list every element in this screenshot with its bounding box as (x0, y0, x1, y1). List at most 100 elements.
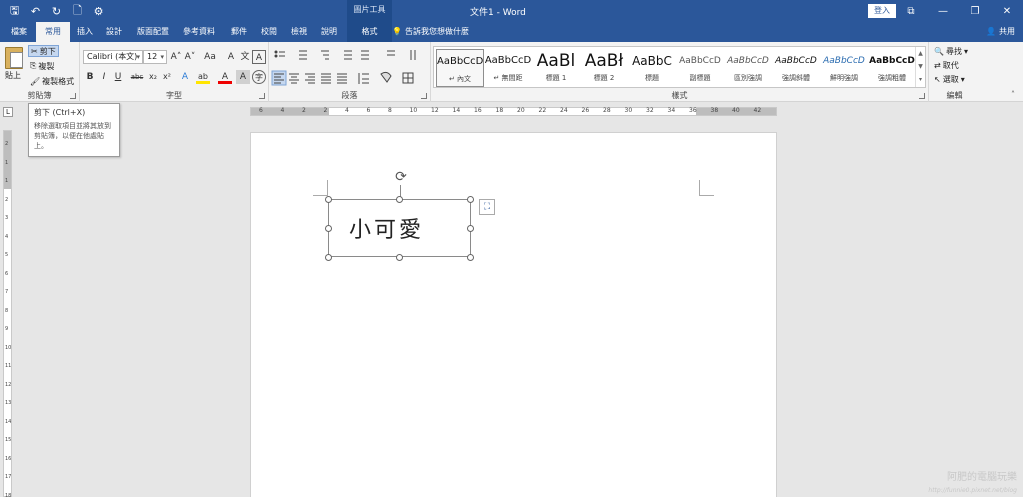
customize-qat-icon[interactable]: ⚙ (90, 3, 107, 19)
clear-formatting-icon[interactable]: A (224, 50, 238, 64)
character-border-icon[interactable]: A (252, 50, 266, 64)
share-button[interactable]: 👤 共用 (986, 22, 1015, 42)
text-effects-icon[interactable]: A (178, 70, 192, 84)
strikethrough-icon[interactable]: abc (129, 70, 145, 84)
resize-handle-bottom-right[interactable] (467, 254, 474, 261)
minimize-icon[interactable]: — (927, 0, 959, 22)
font-launcher-icon[interactable] (259, 93, 265, 99)
styles-gallery: AaBbCcD ↵ 內文 AaBbCcD ↵ 無間距 AaBl 標題 1 AaB… (433, 46, 926, 88)
gallery-scroll[interactable]: ▲ ▼ ▾ (915, 47, 925, 87)
vertical-ruler[interactable]: 2 1 1 2 3 4 5 6 7 8 9 10 11 12 13 14 15 16 17 18 (3, 130, 12, 497)
layout-options-icon[interactable]: ⛶ (479, 199, 495, 215)
style-intense-emphasis[interactable]: AaBbCcD 鮮明強調 (820, 49, 868, 87)
grow-font-icon[interactable]: A˄ (169, 50, 183, 64)
tab-home[interactable]: 常用 (36, 22, 70, 42)
bold-icon[interactable]: B (83, 70, 97, 84)
ruler-number: 14 (5, 418, 12, 425)
superscript-icon[interactable]: x² (160, 70, 174, 84)
ruler-number: 11 (5, 363, 12, 369)
redo-icon[interactable]: ↻ (48, 3, 65, 19)
subscript-icon[interactable]: x₂ (146, 70, 160, 84)
ribbon-display-options-icon[interactable]: ⧉ (895, 0, 927, 22)
tell-me-box[interactable]: 💡 告訴我您想做什麼 (392, 22, 469, 42)
chevron-down-icon[interactable]: ▼ (916, 60, 925, 73)
paragraph-launcher-icon[interactable] (421, 93, 427, 99)
restore-icon[interactable]: ❐ (959, 0, 991, 22)
style-sample: AaBbCcD (437, 56, 483, 67)
ruler-number: 12 (5, 381, 12, 388)
styles-launcher-icon[interactable] (919, 93, 925, 99)
clipboard-launcher-icon[interactable] (70, 93, 76, 99)
tab-format[interactable]: 格式 (347, 22, 392, 42)
collapse-ribbon-icon[interactable]: ˄ (1011, 90, 1015, 99)
style-no-spacing[interactable]: AaBbCcD ↵ 無間距 (484, 49, 532, 87)
format-painter-button[interactable]: 🖌 複製格式 (28, 75, 76, 87)
font-size-combo[interactable]: 12 ▾ (143, 50, 167, 64)
style-heading-1[interactable]: AaBl 標題 1 (532, 49, 580, 87)
crop-mark (699, 195, 714, 196)
paragraph-tools-icons[interactable] (269, 46, 431, 92)
tell-me-text: 告訴我您想做什麼 (404, 27, 469, 36)
ruler-number: 12 (431, 107, 439, 114)
resize-handle-bottom-left[interactable] (325, 254, 332, 261)
paste-label[interactable]: 貼上 (5, 70, 21, 81)
save-icon[interactable]: 🖫 (6, 3, 23, 19)
style-sample: AaBl (536, 51, 576, 71)
tab-mailings[interactable]: 郵件 (225, 22, 253, 42)
style-normal[interactable]: AaBbCcD ↵ 內文 (436, 49, 484, 87)
select-button[interactable]: ↖ 選取 ▾ (934, 74, 965, 85)
tab-selector-icon[interactable]: L (3, 107, 13, 117)
style-sample: AaBbCcD (484, 55, 532, 66)
new-document-icon[interactable]: 🗋 (69, 3, 86, 19)
close-icon[interactable]: ✕ (991, 0, 1023, 22)
resize-handle-right[interactable] (467, 225, 474, 232)
style-emphasis[interactable]: AaBbCcD 強調斜體 (772, 49, 820, 87)
tab-layout[interactable]: 版面配置 (131, 22, 175, 42)
resize-handle-top[interactable] (396, 196, 403, 203)
resize-handle-top-right[interactable] (467, 196, 474, 203)
ruler-number: 3 (5, 215, 9, 221)
phonetic-guide-icon[interactable]: 文 (238, 50, 252, 64)
copy-button[interactable]: ⎘ 複製 (28, 60, 56, 72)
resize-handle-bottom[interactable] (396, 254, 403, 261)
italic-icon[interactable]: I (97, 70, 111, 84)
change-case-icon[interactable]: Aa (201, 50, 219, 64)
replace-icon: ⇄ (934, 61, 941, 70)
document-page[interactable] (250, 132, 777, 497)
rotate-handle-icon[interactable]: ⟳ (393, 169, 409, 185)
style-title[interactable]: AaBbC 標題 (628, 49, 676, 87)
replace-button[interactable]: ⇄ 取代 (934, 60, 959, 71)
cut-button[interactable]: ✂ 剪下 (28, 45, 59, 57)
watermark-url: http://funnie0.pixnet.net/blog (928, 487, 1017, 494)
more-icon[interactable]: ▾ (916, 73, 925, 86)
style-strong[interactable]: AaBbCcD 強調粗體 (868, 49, 916, 87)
resize-handle-left[interactable] (325, 225, 332, 232)
shrink-font-icon[interactable]: A˅ (183, 50, 197, 64)
underline-icon[interactable]: U (111, 70, 125, 84)
tab-review[interactable]: 校閱 (255, 22, 283, 42)
tab-view[interactable]: 檢視 (285, 22, 313, 42)
resize-handle-top-left[interactable] (325, 196, 332, 203)
font-group: Calibri (本文) ▾ 12 ▾ A˄ A˅ Aa A 文 A B I U… (80, 42, 269, 102)
login-button[interactable]: 登入 (868, 4, 896, 18)
paste-icon[interactable] (5, 47, 23, 69)
font-color-icon[interactable]: A (218, 70, 232, 84)
tab-insert[interactable]: 插入 (72, 22, 98, 42)
enclose-characters-icon[interactable]: 字 (252, 70, 266, 84)
tab-design[interactable]: 設計 (100, 22, 128, 42)
style-subtitle[interactable]: AaBbCcD 副標題 (676, 49, 724, 87)
style-subtle-emphasis[interactable]: AaBbCcD 區別強調 (724, 49, 772, 87)
tab-references[interactable]: 參考資料 (177, 22, 221, 42)
ruler-number: 16 (474, 107, 482, 114)
undo-icon[interactable]: ↶ (27, 3, 44, 19)
style-heading-2[interactable]: AaBł 標題 2 (580, 49, 628, 87)
tab-help[interactable]: 說明 (315, 22, 343, 42)
highlight-icon[interactable]: ab (196, 70, 210, 84)
crop-mark (327, 180, 328, 195)
horizontal-ruler[interactable]: 6 4 2 2 4 6 8 10 12 14 16 18 20 22 24 26 28 30 32 34 36 38 40 4… (250, 107, 777, 116)
tab-file[interactable]: 檔案 (4, 22, 34, 42)
character-shading-icon[interactable]: A (236, 70, 250, 84)
chevron-up-icon[interactable]: ▲ (916, 47, 925, 60)
find-button[interactable]: 🔍 尋找 ▾ (934, 46, 968, 57)
font-name-combo[interactable]: Calibri (本文) ▾ (83, 50, 143, 64)
